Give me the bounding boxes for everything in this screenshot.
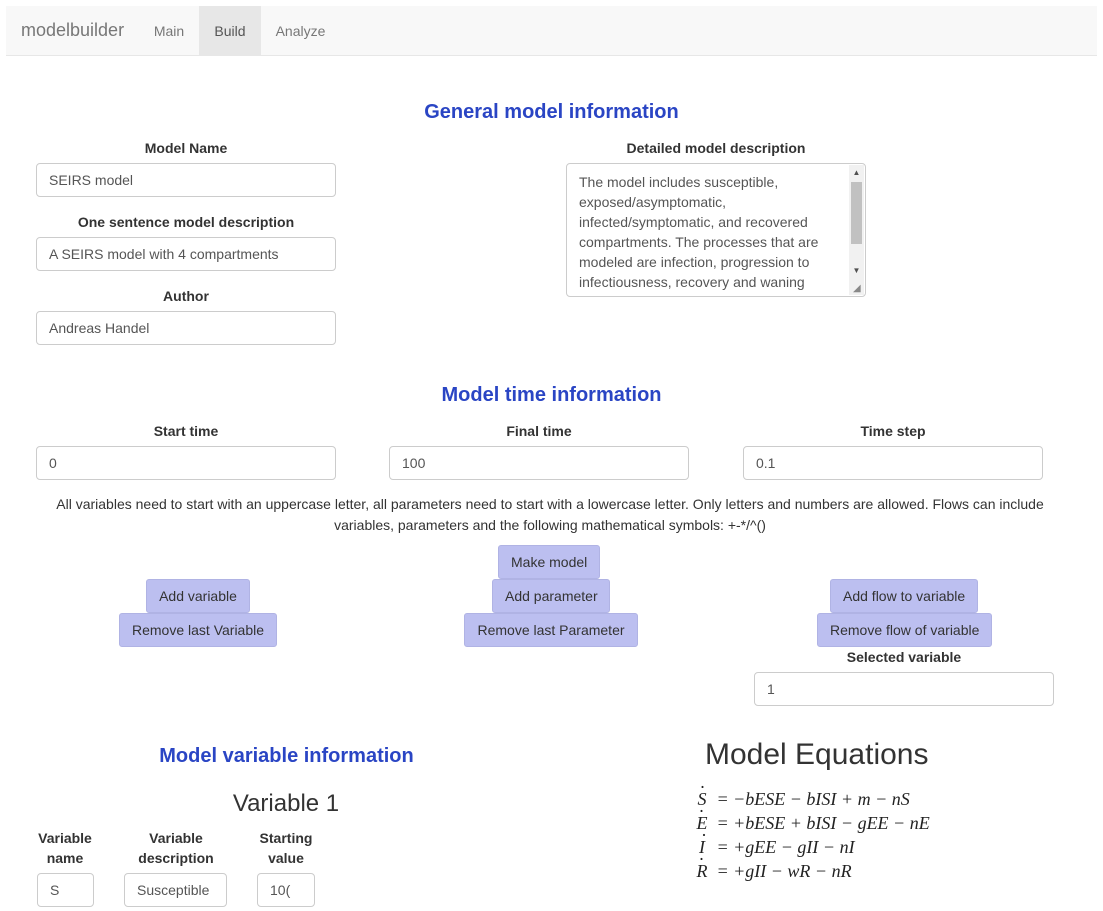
general-section-title: General model information	[424, 101, 679, 123]
navbar: modelbuilder Main Build Analyze	[6, 6, 1097, 56]
detailed-description-text: The model includes susceptible, exposed/…	[579, 174, 822, 296]
add-variable-button[interactable]: Add variable	[146, 579, 250, 613]
equation-s: S = −bESE − bISI + m − nS	[692, 777, 910, 810]
scroll-up-icon[interactable]: ▲	[849, 165, 864, 180]
time-step-label: Time step	[860, 423, 926, 439]
variable-name-label-line2: name	[46, 850, 84, 866]
final-time-label: Final time	[506, 423, 572, 439]
equation-r: R = +gII − wR − nR	[692, 849, 852, 882]
author-label: Author	[163, 288, 209, 304]
equation-i-rhs: = +gEE − gII − nI	[716, 837, 855, 857]
time-section-title: Model time information	[441, 384, 662, 406]
short-description-input[interactable]: A SEIRS model with 4 compartments	[36, 237, 336, 271]
final-time-input[interactable]: 100	[389, 446, 689, 480]
model-name-input[interactable]: SEIRS model	[36, 163, 336, 197]
equation-i: I = +gEE − gII − nI	[692, 825, 855, 858]
remove-variable-button[interactable]: Remove last Variable	[119, 613, 277, 647]
scroll-thumb[interactable]	[851, 182, 862, 244]
resize-handle-icon[interactable]: ◢	[853, 284, 863, 294]
variable-name-input[interactable]: S	[37, 873, 94, 907]
tab-main[interactable]: Main	[141, 6, 197, 56]
start-time-input[interactable]: 0	[36, 446, 336, 480]
textarea-scrollbar[interactable]: ▲ ▼	[849, 165, 864, 295]
detailed-description-label: Detailed model description	[626, 140, 806, 156]
add-flow-button[interactable]: Add flow to variable	[830, 579, 978, 613]
tab-analyze[interactable]: Analyze	[263, 6, 338, 56]
equation-s-rhs: = −bESE − bISI + m − nS	[716, 789, 910, 809]
equation-e-rhs: = +bESE + bISI − gEE − nE	[716, 813, 930, 833]
variable-description-input[interactable]: Susceptible	[124, 873, 227, 907]
equation-r-rhs: = +gII − wR − nR	[716, 861, 852, 881]
remove-parameter-button[interactable]: Remove last Parameter	[464, 613, 638, 647]
variable-description-label-line1: Variable	[149, 830, 203, 846]
starting-value-input[interactable]: 10(	[257, 873, 315, 907]
make-model-button[interactable]: Make model	[498, 545, 600, 579]
selected-variable-label: Selected variable	[846, 649, 962, 665]
variable-name-label-line1: Variable	[38, 830, 92, 846]
equation-r-variable: R	[697, 849, 708, 882]
equation-e: E = +bESE + bISI − gEE − nE	[692, 801, 930, 834]
instructions-text: All variables need to start with an uppe…	[56, 496, 1044, 533]
variable-heading: Variable 1	[232, 790, 340, 817]
start-time-label: Start time	[153, 423, 219, 439]
app-brand[interactable]: modelbuilder	[21, 20, 124, 41]
author-input[interactable]: Andreas Handel	[36, 311, 336, 345]
time-step-input[interactable]: 0.1	[743, 446, 1043, 480]
variable-section-title: Model variable information	[159, 745, 414, 767]
add-parameter-button[interactable]: Add parameter	[492, 579, 610, 613]
equations-title: Model Equations	[705, 738, 929, 771]
starting-value-label-line2: value	[268, 850, 304, 866]
remove-flow-button[interactable]: Remove flow of variable	[817, 613, 992, 647]
model-name-label: Model Name	[144, 140, 228, 156]
starting-value-label-line1: Starting	[259, 830, 313, 846]
variable-description-label-line2: description	[138, 850, 214, 866]
scroll-down-icon[interactable]: ▼	[849, 263, 864, 278]
short-description-label: One sentence model description	[77, 214, 295, 230]
tab-build[interactable]: Build	[199, 6, 261, 56]
selected-variable-input[interactable]: 1	[754, 672, 1054, 706]
detailed-description-textarea[interactable]: The model includes susceptible, exposed/…	[566, 163, 866, 297]
